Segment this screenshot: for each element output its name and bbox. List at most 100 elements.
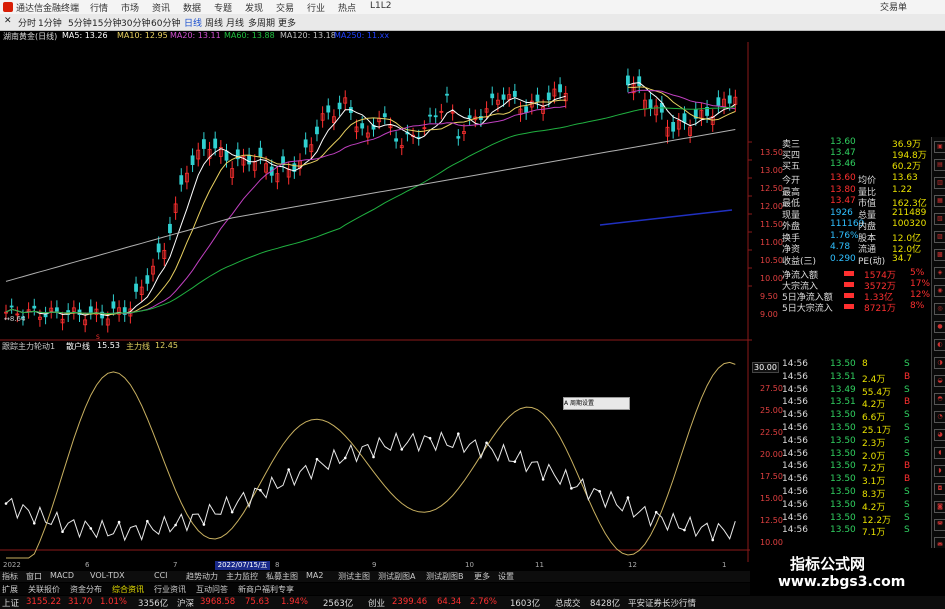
menu-item-monthly[interactable]: 月线 [226, 16, 244, 29]
toolbar-icon[interactable]: ● [934, 321, 945, 333]
top-menu-industry[interactable]: 行业 [307, 1, 325, 14]
ma5-value: MA5: 13.26 [62, 31, 108, 40]
cy-index-label[interactable]: 创业 [368, 597, 385, 609]
x-tick: 7 [173, 561, 178, 569]
toolbar-icon[interactable]: ◑ [934, 357, 945, 369]
indicator-tab[interactable]: 指标 [2, 571, 18, 582]
indicator-tab[interactable]: 私募主图 [266, 571, 298, 582]
tick-side: S [904, 359, 910, 369]
indicator-tab[interactable]: 测试副图A [378, 571, 415, 582]
indicator-tab[interactable]: 测试主图 [338, 571, 370, 582]
info-tab[interactable]: 资金分布 [70, 584, 102, 595]
sh-index-label[interactable]: 上证 [2, 597, 19, 609]
indicator-tab[interactable]: 趋势动力 [186, 571, 218, 582]
menu-item-30min[interactable]: 30分钟 [121, 16, 150, 29]
toolbar-icon[interactable]: ▨ [934, 231, 945, 243]
top-menu-news[interactable]: 资讯 [152, 1, 170, 14]
flow-pct: 17% [910, 279, 931, 289]
sz-index-label[interactable]: 沪深 [177, 597, 194, 609]
toolbar-icon[interactable]: ◘ [934, 483, 945, 495]
retail-line-point [428, 436, 432, 440]
side-toolbar: ▣ ▤ ▥ ▦ ▧ ▨ ▩ ◈ ◉ ◎ ● ◐ ◑ ◒ ◓ ◔ ◕ ◖ ◗ ◘ … [931, 137, 945, 597]
tick-price: 13.50 [830, 461, 856, 472]
info-tab[interactable]: 互动问答 [196, 584, 228, 595]
info-tab[interactable]: 新商户福利专享 [238, 584, 294, 595]
top-menu-market[interactable]: 市场 [121, 1, 139, 14]
info-tab[interactable]: 关联报价 [28, 584, 60, 595]
top-menu-l1l2[interactable]: L1L2 [370, 1, 391, 11]
broker-name[interactable]: 平安证券长沙行情 [628, 597, 696, 609]
toolbar-icon[interactable]: ▥ [934, 177, 945, 189]
toolbar-icon[interactable]: ◈ [934, 267, 945, 279]
toolbar-icon[interactable]: ◓ [934, 393, 945, 405]
indicator-tab[interactable]: MACD [50, 571, 74, 580]
indicator-tab[interactable]: VOL-TDX [90, 571, 125, 580]
info-tab[interactable]: 扩展 [2, 584, 18, 595]
toolbar-icon[interactable]: ▤ [934, 159, 945, 171]
menu-item-multiperiod[interactable]: 多周期 [248, 16, 275, 29]
menu-item-timeshare[interactable]: 分时 [18, 16, 36, 29]
top-menu-topics[interactable]: 专题 [214, 1, 232, 14]
menu-item-15min[interactable]: 15分钟 [92, 16, 121, 29]
toolbar-icon[interactable]: ◐ [934, 339, 945, 351]
toolbar-icon[interactable]: ◎ [934, 303, 945, 315]
indicator-tab[interactable]: CCI [154, 571, 168, 580]
info-tab[interactable]: 综合资讯 [112, 584, 144, 595]
quote-stat-row: 收益(三) 0.290 PE(动) 34.7 [752, 254, 930, 267]
toolbar-icon[interactable]: ◚ [934, 519, 945, 531]
toolbar-icon[interactable]: ◔ [934, 411, 945, 423]
tick-price: 13.49 [830, 384, 856, 395]
menu-item-1min[interactable]: 1分钟 [38, 16, 62, 29]
indicator-tab[interactable]: MA2 [306, 571, 323, 580]
trade-order-link[interactable]: 交易单 [880, 0, 907, 13]
top-menu-discover[interactable]: 发现 [245, 1, 263, 14]
menu-item-daily[interactable]: 日线 [184, 16, 202, 29]
total-label: 总成交 [555, 599, 581, 609]
top-menu-trade[interactable]: 交易 [276, 1, 294, 14]
menu-item-60min[interactable]: 60分钟 [151, 16, 180, 29]
toolbar-icon[interactable]: ▧ [934, 213, 945, 225]
stat-value: 211489 [892, 207, 927, 218]
toolbar-icon[interactable]: ◙ [934, 501, 945, 513]
tick-side: S [904, 499, 910, 510]
sz-index-amount: 2563亿 [323, 599, 354, 609]
top-menu-quotes[interactable]: 行情 [90, 1, 108, 14]
kline-chart[interactable] [0, 42, 752, 572]
order-book-label: 买五 [782, 162, 801, 172]
indicator-tab[interactable]: 测试副图B [426, 571, 464, 582]
toolbar-icon[interactable]: ▣ [934, 141, 945, 153]
toolbar-icon[interactable]: ◒ [934, 375, 945, 387]
toolbar-icon[interactable]: ◖ [934, 447, 945, 459]
flow-bar [844, 271, 854, 276]
indicator-tab-bar: 指标 窗口 MACD VOL-TDX CCI 趋势动力 主力监控 私募主图 MA2 测试主图 测试副… [0, 571, 752, 582]
order-book-row: 卖三 13.60 36.9万 [752, 137, 930, 150]
tick-time: 14:56 [782, 487, 808, 497]
toolbar-icon[interactable]: ◗ [934, 465, 945, 477]
menu-item-weekly[interactable]: 周线 [205, 16, 223, 29]
toolbar-icon[interactable]: ▦ [934, 195, 945, 207]
top-menu-hot[interactable]: 热点 [338, 1, 356, 14]
capital-flow-row: 净流入额 1574万 5% [752, 268, 930, 281]
indicator-tab[interactable]: 设置 [498, 571, 514, 582]
period-settings-popup[interactable]: A 周期设置 [563, 397, 630, 410]
tick-row: 14:56 13.50 25.1万 S [752, 423, 930, 436]
indicator-tab[interactable]: 更多 [474, 571, 490, 582]
close-icon[interactable]: ✕ [4, 16, 12, 26]
selected-date-label: 2022/07/15/五 [215, 561, 270, 570]
menu-item-5min[interactable]: 5分钟 [68, 16, 92, 29]
candle-body [490, 93, 495, 99]
info-tab[interactable]: 行业资讯 [154, 584, 186, 595]
indicator-name[interactable]: 跟踪主力轮动1 [2, 341, 55, 352]
ma60-value: MA60: 13.88 [224, 31, 275, 40]
indicator-tab[interactable]: 窗口 [26, 571, 42, 582]
toolbar-icon[interactable]: ◉ [934, 285, 945, 297]
toolbar-icon[interactable]: ◕ [934, 429, 945, 441]
indicator-header: 跟踪主力轮动1 散户线 15.53 主力线 12.45 [2, 341, 302, 351]
top-menu-data[interactable]: 数据 [183, 1, 201, 14]
toolbar-icon[interactable]: ▩ [934, 249, 945, 261]
candle-body [524, 106, 529, 113]
menu-item-more[interactable]: 更多 [278, 16, 296, 29]
low-marker: S [96, 334, 100, 341]
stat-value: 1.22 [892, 184, 913, 195]
indicator-tab[interactable]: 主力监控 [226, 571, 258, 582]
